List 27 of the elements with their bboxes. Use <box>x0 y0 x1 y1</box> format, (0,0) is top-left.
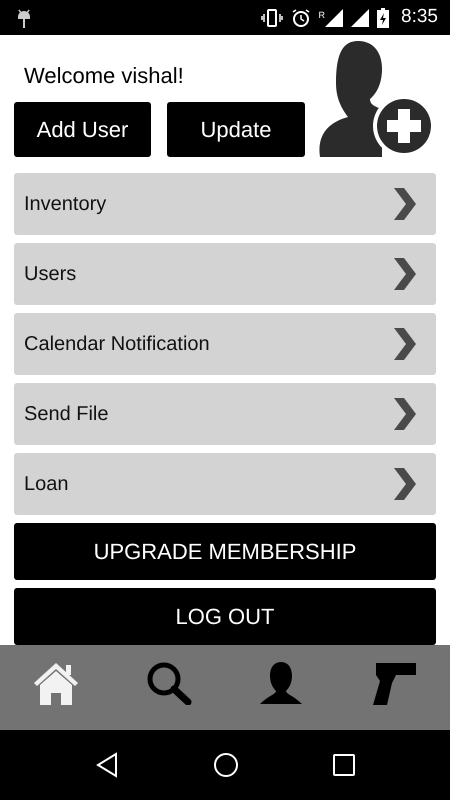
search-icon[interactable] <box>144 661 193 705</box>
add-user-button[interactable]: Add User <box>14 102 151 157</box>
menu-item[interactable]: Inventory <box>14 173 436 235</box>
chevron-icon <box>392 188 418 220</box>
welcome-text: Welcome vishal! <box>23 62 185 90</box>
chevron-icon <box>392 398 418 430</box>
chevron-icon <box>392 468 418 500</box>
menu-item[interactable]: Users <box>14 243 436 305</box>
menu-item[interactable]: Loan <box>14 453 436 515</box>
update-button[interactable]: Update <box>167 102 305 157</box>
android-icon <box>16 8 32 28</box>
logout-button[interactable]: LOG OUT <box>14 588 436 645</box>
home-icon[interactable] <box>32 661 80 705</box>
battery-icon <box>377 8 390 28</box>
menu-item[interactable]: Send File <box>14 383 436 445</box>
roaming-indicator: R <box>318 9 326 22</box>
alarm-icon <box>290 8 311 28</box>
menu-item[interactable]: Calendar Notification <box>14 313 436 375</box>
signal-icon <box>325 8 344 26</box>
clock-time: 8:35 <box>401 5 438 30</box>
chevron-icon <box>392 258 418 290</box>
home-circle-icon[interactable] <box>212 752 239 778</box>
upgrade-button[interactable]: UPGRADE MEMBERSHIP <box>14 523 436 580</box>
vibrate-icon <box>260 8 283 26</box>
signal-icon <box>351 8 370 26</box>
chevron-icon <box>392 328 418 360</box>
recents-icon[interactable] <box>332 753 356 777</box>
